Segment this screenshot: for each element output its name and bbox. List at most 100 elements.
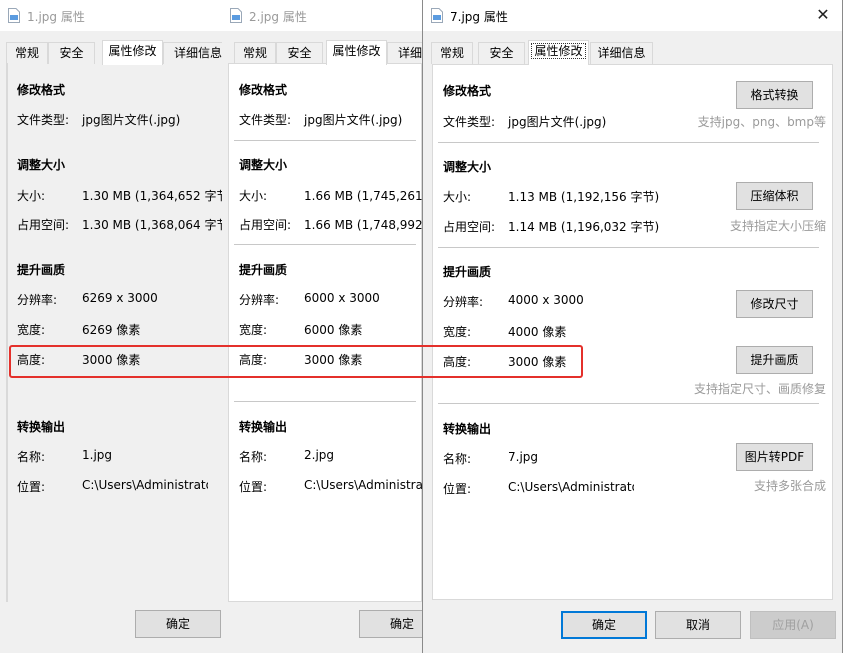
label-size: 大小: xyxy=(443,190,472,204)
value-resolution: 6000 x 3000 xyxy=(304,291,380,305)
window-title: 2.jpg 属性 xyxy=(249,10,307,24)
divider xyxy=(234,401,416,402)
value-file-type: jpg图片文件(.jpg) xyxy=(508,115,607,129)
label-location: 位置: xyxy=(17,480,46,494)
title-bar: 2.jpg 属性 xyxy=(222,0,422,31)
label-width: 宽度: xyxy=(239,323,268,337)
value-size: 1.30 MB (1,364,652 字节) xyxy=(82,189,222,203)
resize-button[interactable]: 修改尺寸 xyxy=(736,290,813,318)
apply-button[interactable]: 应用(A) xyxy=(750,611,836,639)
tab-property-edit[interactable]: 属性修改 xyxy=(528,40,589,65)
tab-details[interactable]: 详细信息 xyxy=(590,42,653,64)
value-disk-size: 1.30 MB (1,368,064 字节) xyxy=(82,218,222,232)
section-resize: 调整大小 xyxy=(443,160,492,174)
label-file-type: 文件类型: xyxy=(17,113,70,127)
value-file-type: jpg图片文件(.jpg) xyxy=(82,113,181,127)
label-resolution: 分辨率: xyxy=(443,295,484,309)
tab-general[interactable]: 常规 xyxy=(431,42,473,64)
label-width: 宽度: xyxy=(17,323,46,337)
label-location: 位置: xyxy=(443,482,472,496)
value-resolution: 6269 x 3000 xyxy=(82,291,158,305)
section-resize: 调整大小 xyxy=(17,158,66,172)
title-bar: 1.jpg 属性 xyxy=(0,0,222,31)
divider xyxy=(438,403,819,404)
image-to-pdf-button[interactable]: 图片转PDF xyxy=(736,443,813,471)
section-quality: 提升画质 xyxy=(239,263,288,277)
divider xyxy=(234,244,416,245)
value-file-type: jpg图片文件(.jpg) xyxy=(304,113,403,127)
label-location: 位置: xyxy=(239,480,268,494)
label-disk-size: 占用空间: xyxy=(443,220,496,234)
label-disk-size: 占用空间: xyxy=(17,218,70,232)
label-name: 名称: xyxy=(239,450,268,464)
title-bar: 7.jpg 属性 ✕ xyxy=(423,0,842,31)
value-width: 4000 像素 xyxy=(508,325,567,339)
section-format: 修改格式 xyxy=(17,83,66,97)
tab-security[interactable]: 安全 xyxy=(48,42,95,64)
section-output: 转换输出 xyxy=(443,422,492,436)
ok-button[interactable]: 确定 xyxy=(135,610,221,638)
label-size: 大小: xyxy=(239,189,268,203)
ok-button[interactable]: 确定 xyxy=(561,611,647,639)
hint-enhance: 支持指定尺寸、画质修复 xyxy=(693,382,826,396)
tab-label: 属性修改 xyxy=(531,43,586,59)
divider xyxy=(234,140,416,141)
value-location: C:\Users\Administrator xyxy=(82,478,208,492)
label-name: 名称: xyxy=(443,452,472,466)
tab-details[interactable]: 详细信息 xyxy=(163,42,222,64)
value-width: 6269 像素 xyxy=(82,323,141,337)
label-height: 高度: xyxy=(443,355,472,369)
value-size: 1.13 MB (1,192,156 字节) xyxy=(508,190,660,204)
value-location: C:\Users\Administrato xyxy=(508,480,634,494)
divider xyxy=(438,142,819,143)
value-name: 1.jpg xyxy=(82,448,113,462)
label-resolution: 分辨率: xyxy=(239,293,280,307)
tab-general[interactable]: 常规 xyxy=(234,42,276,64)
value-name: 7.jpg xyxy=(508,450,539,464)
label-height: 高度: xyxy=(239,353,268,367)
window-title: 1.jpg 属性 xyxy=(27,10,85,24)
properties-window-2: 2.jpg 属性 常规 安全 属性修改 详细信息 修改格式 文件类型: jpg图… xyxy=(222,0,422,653)
value-disk-size: 1.14 MB (1,196,032 字节) xyxy=(508,220,660,234)
tab-panel: 修改格式 文件类型: jpg图片文件(.jpg) 调整大小 大小: 1.30 M… xyxy=(6,63,222,602)
section-quality: 提升画质 xyxy=(17,263,66,277)
tab-property-edit[interactable]: 属性修改 xyxy=(326,40,387,65)
value-disk-size: 1.66 MB (1,748,992 字节) xyxy=(304,218,422,232)
close-icon[interactable]: ✕ xyxy=(812,5,834,25)
cancel-button[interactable]: 取消 xyxy=(655,611,741,639)
value-height: 3000 像素 xyxy=(82,353,141,367)
format-convert-button[interactable]: 格式转换 xyxy=(736,81,813,109)
section-quality: 提升画质 xyxy=(443,265,492,279)
section-output: 转换输出 xyxy=(239,420,288,434)
label-height: 高度: xyxy=(17,353,46,367)
label-width: 宽度: xyxy=(443,325,472,339)
tab-security[interactable]: 安全 xyxy=(276,42,323,64)
compress-button[interactable]: 压缩体积 xyxy=(736,182,813,210)
label-file-type: 文件类型: xyxy=(239,113,292,127)
properties-window-7: 7.jpg 属性 ✕ 常规 安全 属性修改 详细信息 修改格式 格式转换 文件类… xyxy=(422,0,843,653)
tab-security[interactable]: 安全 xyxy=(478,42,525,64)
label-size: 大小: xyxy=(17,189,46,203)
section-resize: 调整大小 xyxy=(239,158,288,172)
value-height: 3000 像素 xyxy=(304,353,363,367)
ok-button[interactable]: 确定 xyxy=(359,610,422,638)
section-format: 修改格式 xyxy=(443,84,492,98)
tab-label: 属性修改 xyxy=(108,44,157,58)
file-image-icon xyxy=(8,8,20,23)
tab-panel: 修改格式 文件类型: jpg图片文件(.jpg) 调整大小 大小: 1.66 M… xyxy=(228,63,422,602)
tab-general[interactable]: 常规 xyxy=(6,42,48,64)
tab-panel: 修改格式 格式转换 文件类型: jpg图片文件(.jpg) 支持jpg、png、… xyxy=(432,64,833,600)
tab-property-edit[interactable]: 属性修改 xyxy=(102,40,163,65)
file-image-icon xyxy=(431,8,443,23)
enhance-quality-button[interactable]: 提升画质 xyxy=(736,346,813,374)
value-name: 2.jpg xyxy=(304,448,335,462)
divider xyxy=(438,247,819,248)
value-width: 6000 像素 xyxy=(304,323,363,337)
tab-details[interactable]: 详细信息 xyxy=(387,42,422,64)
section-format: 修改格式 xyxy=(239,83,288,97)
hint-compress: 支持指定大小压缩 xyxy=(729,219,826,233)
hint-pdf: 支持多张合成 xyxy=(753,479,826,493)
label-disk-size: 占用空间: xyxy=(239,218,292,232)
tab-label: 属性修改 xyxy=(332,44,381,58)
value-height: 3000 像素 xyxy=(508,355,567,369)
